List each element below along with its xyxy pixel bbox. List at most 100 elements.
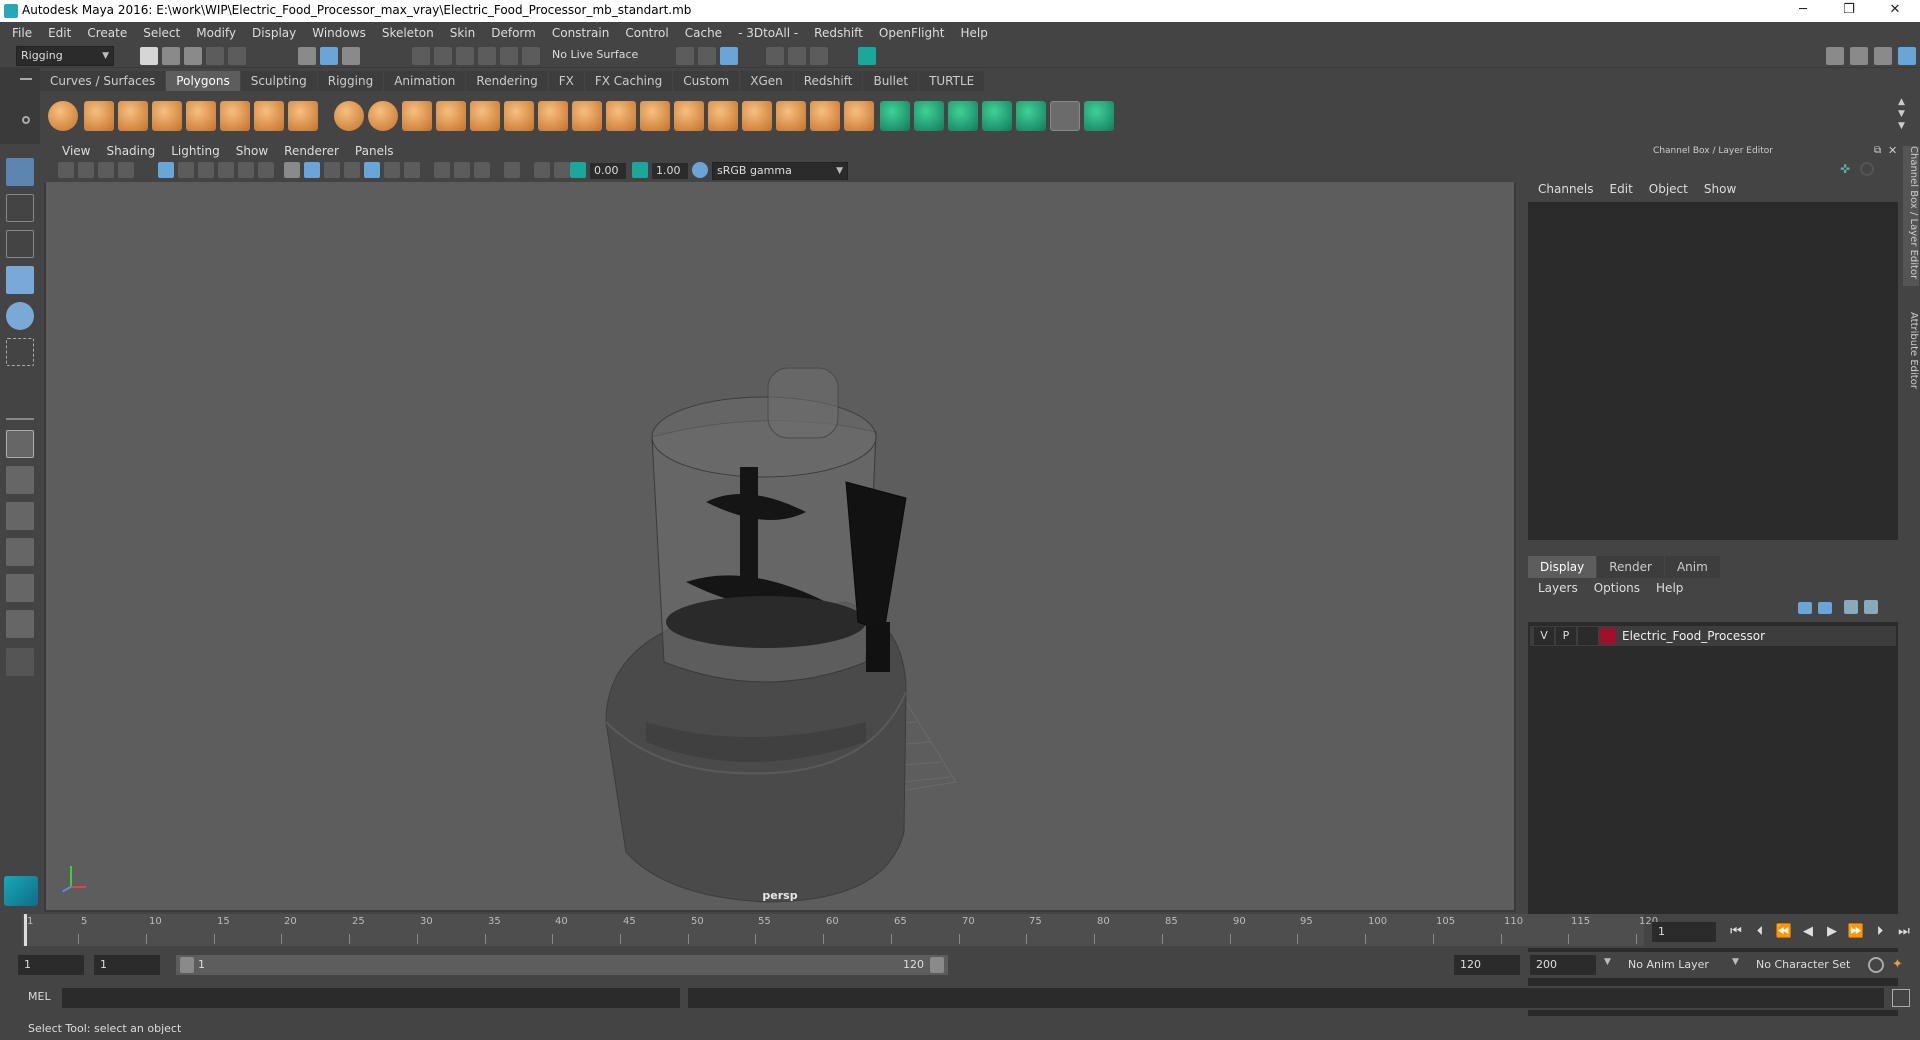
anti-aliasing-icon[interactable]	[474, 162, 490, 178]
single-perspective-layout-icon[interactable]	[6, 430, 34, 458]
vp-menu-shading[interactable]: Shading	[98, 142, 163, 160]
menu-select[interactable]: Select	[135, 22, 188, 44]
open-scene-icon[interactable]	[162, 47, 180, 65]
script-editor-icon[interactable]	[1892, 989, 1910, 1007]
axis-lock-icon[interactable]: ✜	[1840, 162, 1854, 176]
layer-playback-toggle[interactable]: P	[1556, 627, 1576, 645]
step-back-key-icon[interactable]: ⏪	[1774, 922, 1794, 942]
gamma-field[interactable]: 1.00	[652, 163, 688, 179]
color-management-icon[interactable]	[692, 162, 708, 178]
fill-hole-icon[interactable]	[742, 101, 772, 131]
go-to-end-icon[interactable]: ⏭	[1894, 922, 1914, 942]
menu-file[interactable]: File	[4, 22, 40, 44]
select-component-icon[interactable]	[342, 47, 360, 65]
snap-curve-icon[interactable]	[434, 47, 452, 65]
boolean-icon[interactable]	[470, 101, 500, 131]
anim-layer-dropdown[interactable]: No Anim Layer	[1622, 955, 1728, 975]
collapse-icon[interactable]	[810, 101, 840, 131]
use-lights-icon[interactable]	[384, 162, 400, 178]
persp-outliner-layout-icon[interactable]	[6, 502, 34, 530]
layer-visibility-toggle[interactable]: V	[1534, 627, 1554, 645]
persp-hypershade-layout-icon[interactable]	[6, 574, 34, 602]
field-chart-icon[interactable]	[238, 162, 254, 178]
gate-mask-icon[interactable]	[218, 162, 234, 178]
menu-redshift[interactable]: Redshift	[806, 22, 871, 44]
le-tab-display[interactable]: Display	[1528, 556, 1597, 578]
xray-icon[interactable]	[364, 162, 380, 178]
channel-box-area[interactable]	[1528, 202, 1898, 540]
shelf-tab-xgen[interactable]: XGen	[740, 71, 793, 91]
color-space-dropdown[interactable]: sRGB gamma ▼	[712, 162, 848, 180]
float-panel-icon[interactable]: ⧉	[1874, 145, 1881, 156]
planar-uv-icon[interactable]	[880, 101, 910, 131]
shelf-tab-fx-caching[interactable]: FX Caching	[584, 71, 673, 91]
current-frame-field[interactable]: 1	[1652, 922, 1716, 942]
film-gate-icon[interactable]	[178, 162, 194, 178]
grid-toggle-icon[interactable]	[158, 162, 174, 178]
attribute-editor-toggle-icon[interactable]	[1850, 47, 1868, 65]
hypershade-icon[interactable]	[858, 47, 876, 65]
exposure-icon[interactable]	[570, 162, 586, 178]
smooth-shade-icon[interactable]	[304, 162, 320, 178]
shelf-tab-curves[interactable]: Curves / Surfaces	[40, 71, 166, 91]
script-language-label[interactable]: MEL	[28, 990, 51, 1003]
select-object-icon[interactable]	[320, 47, 338, 65]
vtab-channel-box[interactable]: Channel Box / Layer Editor	[1903, 146, 1919, 286]
mirror-icon[interactable]	[504, 101, 534, 131]
input-ops-icon[interactable]	[676, 47, 694, 65]
wireframe-icon[interactable]	[284, 162, 300, 178]
menu-help[interactable]: Help	[952, 22, 995, 44]
extrude-icon[interactable]	[572, 101, 602, 131]
poly-torus-icon[interactable]	[220, 101, 250, 131]
safe-action-icon[interactable]	[258, 162, 274, 178]
new-scene-icon[interactable]	[140, 47, 158, 65]
channel-box-toggle-icon[interactable]	[1898, 47, 1916, 65]
bevel-icon[interactable]	[640, 101, 670, 131]
preferences-icon[interactable]: ✦	[1892, 957, 1910, 973]
bridge-icon[interactable]	[606, 101, 636, 131]
step-forward-key-icon[interactable]: ⏩	[1846, 922, 1866, 942]
snap-surface-icon[interactable]	[500, 47, 518, 65]
menu-set-dropdown[interactable]: Rigging ▼	[16, 46, 114, 66]
restore-button[interactable]: ❐	[1826, 0, 1872, 22]
playback-end-field[interactable]: 120	[1454, 955, 1520, 975]
shelf-settings-icon[interactable]	[22, 116, 30, 124]
poly-cube-icon[interactable]	[84, 101, 114, 131]
vp-menu-view[interactable]: View	[54, 142, 98, 160]
menu-windows[interactable]: Windows	[304, 22, 374, 44]
cb-menu-channels[interactable]: Channels	[1530, 182, 1602, 196]
cb-menu-show[interactable]: Show	[1696, 182, 1744, 196]
automatic-uv-icon[interactable]	[982, 101, 1012, 131]
poly-sphere-icon[interactable]	[48, 101, 78, 131]
menu-edit[interactable]: Edit	[40, 22, 79, 44]
custom-layout-icon[interactable]	[6, 648, 34, 676]
xray-components-icon[interactable]	[554, 162, 570, 178]
menu-modify[interactable]: Modify	[188, 22, 244, 44]
play-forwards-icon[interactable]: ▶	[1822, 922, 1842, 942]
extract-icon[interactable]	[402, 101, 432, 131]
rotate-tool-icon[interactable]	[6, 302, 34, 330]
menu-cache[interactable]: Cache	[677, 22, 730, 44]
close-panel-icon[interactable]: ✕	[1888, 144, 1897, 157]
new-layer-selected-icon[interactable]	[1864, 600, 1878, 614]
play-backwards-icon[interactable]: ◀	[1798, 922, 1818, 942]
shelf-tab-polygons[interactable]: Polygons	[166, 71, 240, 91]
merge-icon[interactable]	[776, 101, 806, 131]
new-layer-icon[interactable]	[1844, 600, 1858, 614]
shelf-tab-rigging[interactable]: Rigging	[317, 71, 384, 91]
select-hierarchy-icon[interactable]	[298, 47, 316, 65]
manipulator-toggle-icon[interactable]	[1860, 162, 1874, 176]
le-tab-anim[interactable]: Anim	[1664, 556, 1720, 578]
shelf-tab-sculpting[interactable]: Sculpting	[240, 71, 317, 91]
perspective-viewport[interactable]: persp	[46, 182, 1514, 910]
cb-menu-edit[interactable]: Edit	[1602, 182, 1641, 196]
move-tool-icon[interactable]	[6, 266, 34, 294]
paint-select-tool-icon[interactable]	[6, 230, 34, 258]
vp-menu-show[interactable]: Show	[228, 142, 276, 160]
menu-skeleton[interactable]: Skeleton	[374, 22, 442, 44]
poly-cylinder-icon[interactable]	[118, 101, 148, 131]
current-time-indicator[interactable]	[24, 914, 27, 946]
menu-display[interactable]: Display	[244, 22, 304, 44]
modeling-toolkit-icon[interactable]	[1826, 47, 1844, 65]
cb-menu-object[interactable]: Object	[1641, 182, 1696, 196]
